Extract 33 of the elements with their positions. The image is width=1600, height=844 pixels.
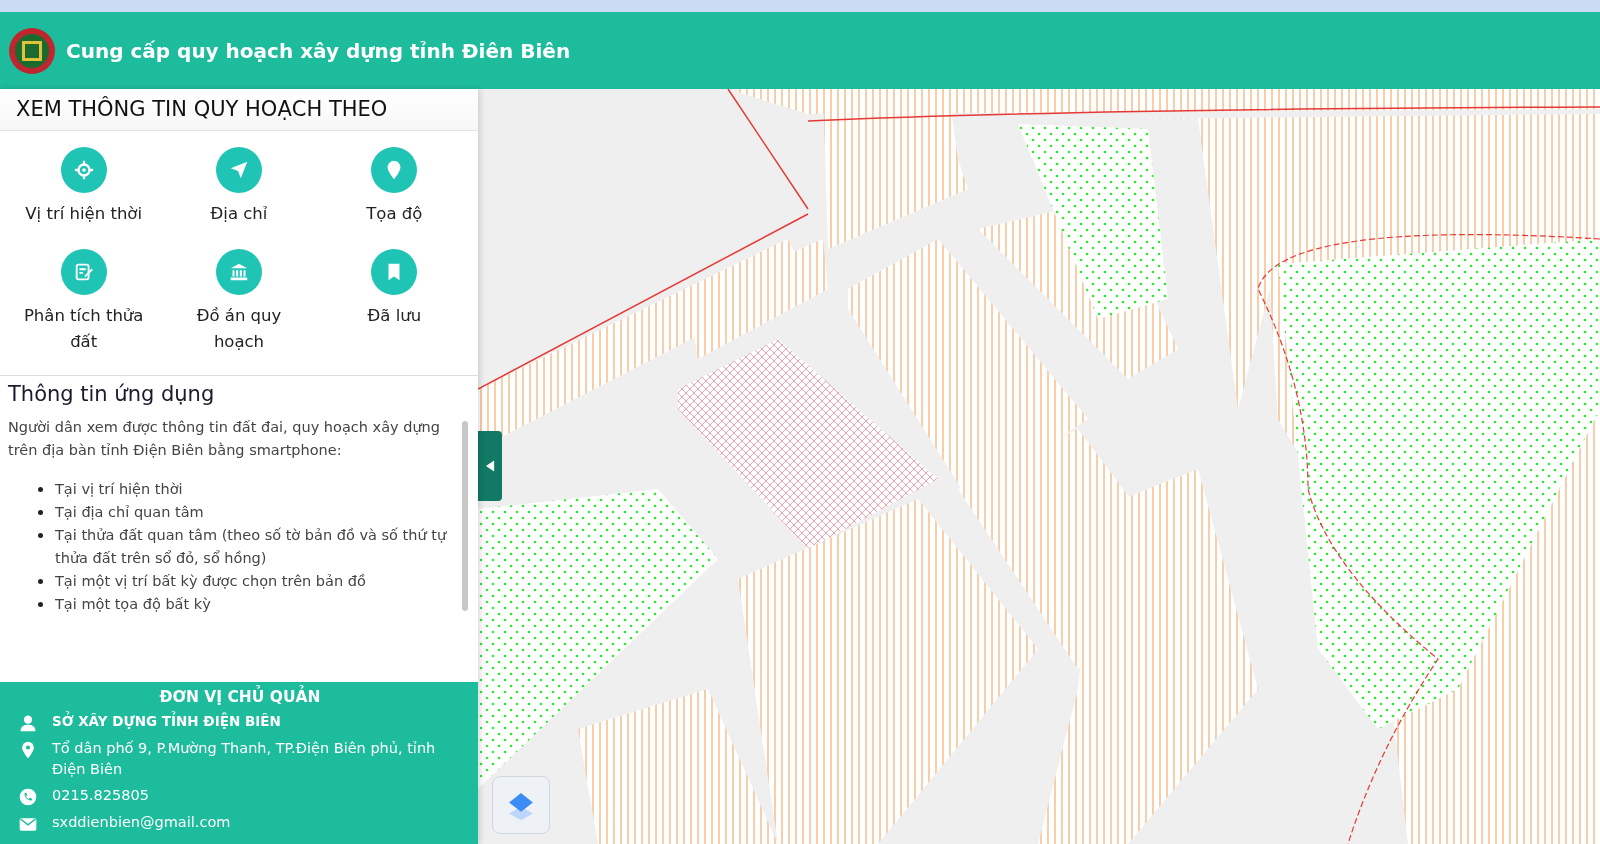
crosshair-icon (72, 159, 95, 181)
scrollbar[interactable] (462, 421, 468, 611)
contact-text: 0215.825805 (52, 786, 149, 805)
bullet-icon (38, 602, 43, 607)
caret-icon (485, 460, 495, 472)
phone-icon (18, 787, 38, 807)
option-button[interactable]: Phân tích thửa đất (6, 249, 162, 355)
option-button[interactable]: Đồ án quy hoạch (161, 249, 317, 355)
list-item: Tại địa chỉ quan tâm (55, 503, 204, 522)
option-button[interactable]: Đã lưu (316, 249, 472, 329)
contact-text: Tổ dân phố 9, P.Mường Thanh, TP.Điện Biên phủ, tỉnh Điện Biên (52, 739, 437, 779)
option-button[interactable]: Vị trí hiện thời (6, 147, 162, 227)
info-paragraph: Người dân xem được thông tin đất đai, quy hoạch xây dựng trên địa bàn tỉnh Điện Biên bằng smartphone: (8, 418, 441, 460)
option-button[interactable]: Địa chỉ (161, 147, 317, 227)
bullet-icon (38, 579, 43, 584)
bank-icon (228, 261, 250, 283)
list-item: Tại một tọa độ bất kỳ (55, 595, 211, 614)
section-heading: XEM THÔNG TIN QUY HOẠCH THEO (0, 89, 478, 131)
list-item: Tại một vị trí bất kỳ được chọn trên bản đồ (55, 572, 366, 591)
contact-text: SỞ XÂY DỰNG TỈNH ĐIỆN BIÊN (52, 711, 281, 731)
bullet-icon (38, 510, 43, 515)
app-title: Cung cấp quy hoạch xây dựng tỉnh Điên Biên (66, 38, 571, 63)
list-item: Tại vị trí hiện thời (55, 480, 183, 499)
person-icon (18, 713, 38, 733)
info-title: Thông tin ứng dụng (8, 382, 216, 406)
contact-text: sxddienbien@gmail.com (52, 813, 231, 832)
collapse-handle[interactable] (478, 431, 502, 501)
option-button[interactable]: Tọa độ (316, 147, 472, 227)
bullet-icon (38, 487, 43, 492)
layers-button[interactable] (492, 776, 550, 834)
bullet-icon (38, 533, 43, 538)
list-item: Tại thửa đất quan tâm (theo số tờ bản đồ và số thứ tự thửa đất trên sổ đỏ, sổ hồng) (55, 526, 448, 568)
logo-icon (8, 26, 56, 75)
